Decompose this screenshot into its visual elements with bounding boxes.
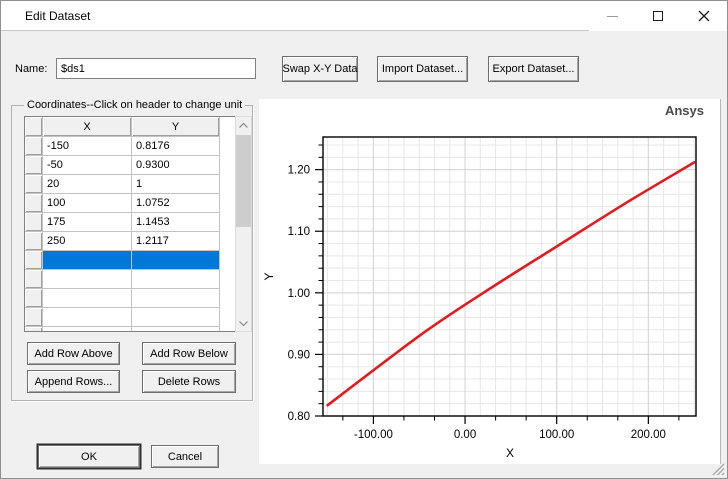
scroll-up-button[interactable] bbox=[236, 117, 251, 133]
table-row: -50 0.9300 bbox=[25, 156, 236, 175]
scroll-up-icon bbox=[239, 122, 248, 128]
add-row-below-button[interactable]: Add Row Below bbox=[142, 342, 236, 365]
row-header-cell[interactable] bbox=[25, 270, 43, 289]
row-header-cell[interactable] bbox=[25, 232, 43, 251]
table-cell[interactable]: 20 bbox=[43, 175, 132, 194]
table-cell[interactable] bbox=[43, 327, 132, 331]
row-header-cell[interactable] bbox=[25, 327, 43, 331]
minimize-icon bbox=[606, 15, 618, 17]
svg-text:X: X bbox=[506, 446, 514, 460]
row-header-cell[interactable] bbox=[25, 175, 43, 194]
cancel-button[interactable]: Cancel bbox=[151, 445, 219, 468]
table-cell[interactable] bbox=[132, 289, 220, 308]
svg-text:200.00: 200.00 bbox=[631, 429, 666, 441]
scrollbar-thumb[interactable] bbox=[236, 135, 251, 227]
svg-text:0.00: 0.00 bbox=[454, 429, 476, 441]
edit-dataset-dialog: Edit Dataset Name: Swap X-Y Data Import … bbox=[0, 0, 728, 479]
export-dataset-button[interactable]: Export Dataset... bbox=[488, 56, 579, 82]
table-row: 20 1 bbox=[25, 175, 236, 194]
table-cell[interactable]: 1.0752 bbox=[132, 194, 220, 213]
ansys-brand-label: Ansys bbox=[664, 103, 704, 118]
table-row bbox=[25, 289, 236, 308]
swap-xy-button[interactable]: Swap X-Y Data bbox=[282, 56, 358, 82]
table-cell[interactable] bbox=[132, 308, 220, 327]
delete-rows-button[interactable]: Delete Rows bbox=[142, 370, 236, 393]
table-corner-cell bbox=[25, 117, 43, 137]
minimize-button[interactable] bbox=[589, 1, 635, 31]
table-cell[interactable]: -150 bbox=[43, 137, 132, 156]
close-button[interactable] bbox=[681, 1, 727, 31]
table-cell[interactable] bbox=[132, 327, 220, 331]
dialog-title: Edit Dataset bbox=[25, 9, 91, 23]
svg-text:-100.00: -100.00 bbox=[354, 429, 393, 441]
table-cell[interactable]: 1 bbox=[132, 175, 220, 194]
table-cell[interactable] bbox=[132, 270, 220, 289]
table-row bbox=[25, 270, 236, 289]
table-cell[interactable] bbox=[43, 251, 132, 270]
append-rows-button[interactable]: Append Rows... bbox=[27, 370, 120, 393]
coordinates-table[interactable]: X Y -150 0.8176 -50 0.9300 20 1 100 1.0752 175 1.14… bbox=[24, 116, 237, 332]
column-header-x[interactable]: X bbox=[43, 117, 132, 137]
svg-text:1.10: 1.10 bbox=[288, 226, 310, 238]
table-cell[interactable] bbox=[43, 308, 132, 327]
svg-text:Y: Y bbox=[262, 272, 276, 280]
row-header-cell[interactable] bbox=[25, 251, 43, 270]
dataset-name-input[interactable] bbox=[56, 58, 256, 79]
row-header-cell[interactable] bbox=[25, 156, 43, 175]
add-row-above-button[interactable]: Add Row Above bbox=[27, 342, 120, 365]
svg-text:0.80: 0.80 bbox=[288, 411, 310, 423]
table-row: 250 1.2117 bbox=[25, 232, 236, 251]
table-cell[interactable] bbox=[43, 289, 132, 308]
table-cell[interactable]: 175 bbox=[43, 213, 132, 232]
table-scrollbar[interactable] bbox=[235, 116, 252, 332]
table-row bbox=[25, 327, 236, 331]
table-cell[interactable]: 0.9300 bbox=[132, 156, 220, 175]
svg-text:100.00: 100.00 bbox=[539, 429, 574, 441]
coordinates-group-label: Coordinates--Click on header to change u… bbox=[24, 99, 246, 111]
table-cell[interactable]: -50 bbox=[43, 156, 132, 175]
table-cell[interactable]: 0.8176 bbox=[132, 137, 220, 156]
table-row bbox=[25, 251, 236, 270]
table-row bbox=[25, 308, 236, 327]
svg-text:1.00: 1.00 bbox=[288, 288, 310, 300]
table-header-row: XY bbox=[25, 117, 236, 137]
svg-text:1.20: 1.20 bbox=[288, 165, 310, 177]
scroll-down-icon bbox=[239, 320, 248, 326]
table-cell[interactable] bbox=[132, 251, 220, 270]
table-row: 100 1.0752 bbox=[25, 194, 236, 213]
row-header-cell[interactable] bbox=[25, 308, 43, 327]
table-cell[interactable]: 250 bbox=[43, 232, 132, 251]
row-header-cell[interactable] bbox=[25, 289, 43, 308]
table-cell[interactable]: 1.1453 bbox=[132, 213, 220, 232]
table-row: 175 1.1453 bbox=[25, 213, 236, 232]
dataset-preview-panel: Ansys -100.00 0.00 100.00 200.00 0.80 0.90 1.0… bbox=[259, 99, 721, 464]
svg-text:0.90: 0.90 bbox=[288, 349, 310, 361]
import-dataset-button[interactable]: Import Dataset... bbox=[377, 56, 468, 82]
maximize-icon bbox=[653, 11, 663, 21]
scroll-down-button[interactable] bbox=[236, 315, 251, 331]
dataset-preview-chart: -100.00 0.00 100.00 200.00 0.80 0.90 1.00 1.10 1… bbox=[262, 136, 697, 460]
row-header-cell[interactable] bbox=[25, 194, 43, 213]
table-row: -150 0.8176 bbox=[25, 137, 236, 156]
table-cell[interactable]: 1.2117 bbox=[132, 232, 220, 251]
column-header-y[interactable]: Y bbox=[132, 117, 220, 137]
close-icon bbox=[698, 10, 710, 22]
resize-grip-icon[interactable] bbox=[711, 462, 725, 476]
row-header-cell[interactable] bbox=[25, 213, 43, 232]
maximize-button[interactable] bbox=[635, 1, 681, 31]
row-header-cell[interactable] bbox=[25, 137, 43, 156]
table-cell[interactable] bbox=[43, 270, 132, 289]
title-bar: Edit Dataset bbox=[1, 1, 727, 31]
table-cell[interactable]: 100 bbox=[43, 194, 132, 213]
ok-button[interactable]: OK bbox=[38, 445, 140, 468]
name-label: Name: bbox=[15, 63, 48, 75]
